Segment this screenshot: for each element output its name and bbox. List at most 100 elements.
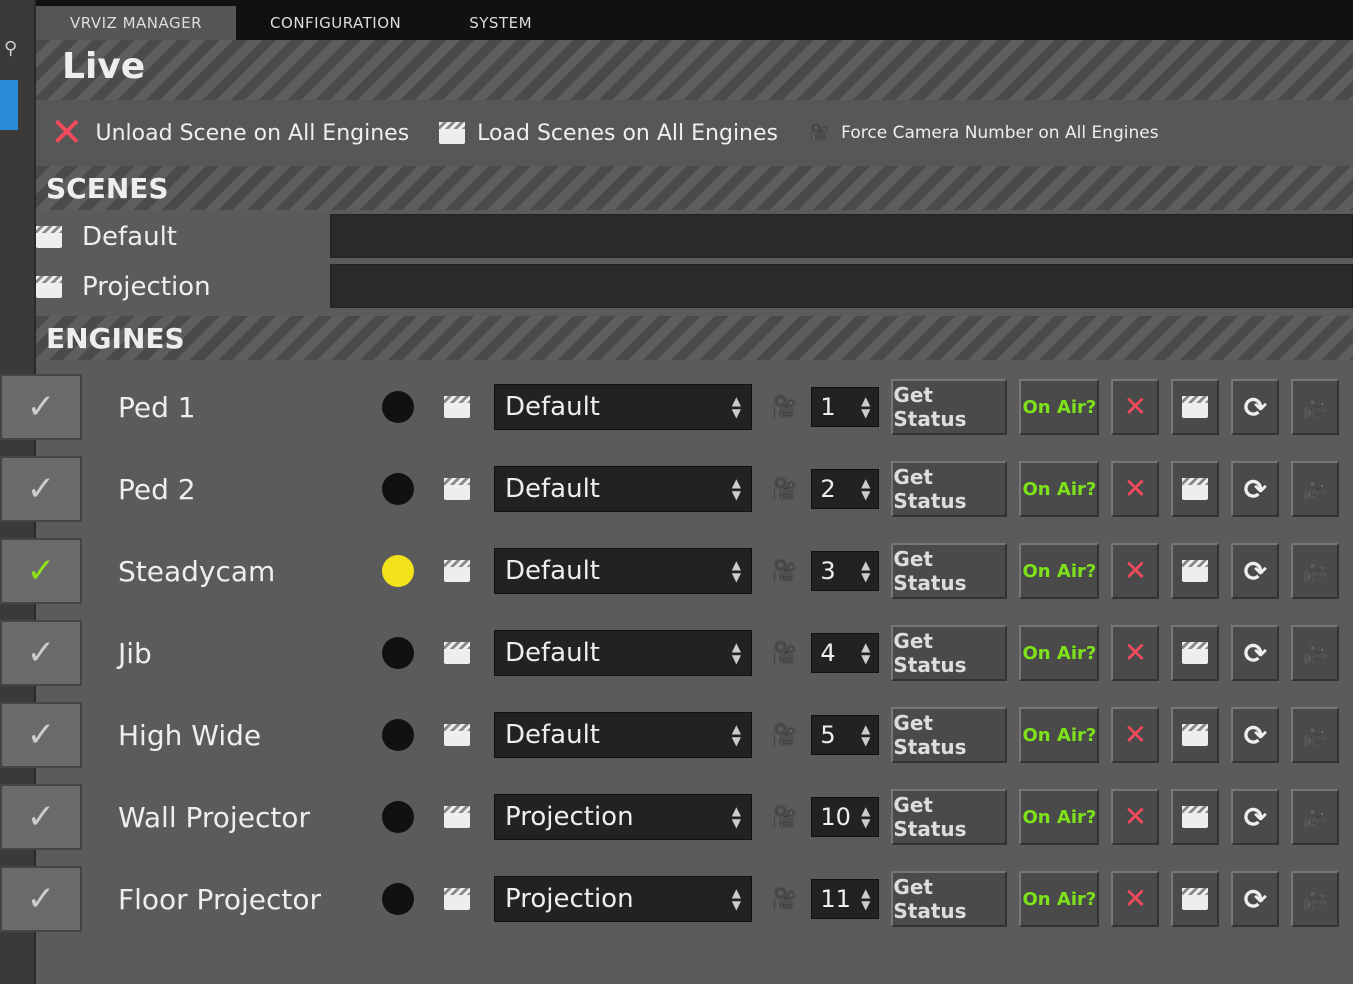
engines-header: ENGINES <box>36 316 1353 360</box>
engine-checkbox[interactable]: ✓ <box>0 702 82 768</box>
on-air-button[interactable]: On Air? <box>1019 871 1100 927</box>
engine-row: ✓ Floor Projector Projection ▲ ▼ 🎥 11 ▲ ▼ Ge… <box>0 862 1353 936</box>
camera-number: 5 <box>820 721 836 749</box>
scene-select[interactable]: Default ▲ ▼ <box>494 548 752 594</box>
camera-icon: 🎥 <box>770 640 798 666</box>
load-scene-button[interactable] <box>1171 379 1220 435</box>
scene-select[interactable]: Default ▲ ▼ <box>494 630 752 676</box>
unload-all-button[interactable]: ✕ Unload Scene on All Engines <box>50 113 409 153</box>
load-scene-button[interactable] <box>1171 789 1220 845</box>
clapperboard-icon <box>444 642 470 664</box>
refresh-button[interactable]: ⟳ <box>1231 379 1280 435</box>
engine-name: Jib <box>118 636 152 670</box>
camera-number-stepper[interactable]: 11 ▲ ▼ <box>811 879 880 919</box>
clapperboard-icon <box>444 396 470 418</box>
refresh-button[interactable]: ⟳ <box>1231 789 1280 845</box>
camera-icon: 🎥 <box>770 804 798 830</box>
global-actions: ✕ Unload Scene on All Engines Load Scenes… <box>36 100 1353 166</box>
refresh-button[interactable]: ⟳ <box>1231 461 1280 517</box>
scene-select[interactable]: Default ▲ ▼ <box>494 466 752 512</box>
camera-number: 11 <box>820 885 851 913</box>
load-scene-button[interactable] <box>1171 625 1220 681</box>
camera-number-stepper[interactable]: 1 ▲ ▼ <box>811 387 880 427</box>
sidebar-active-item[interactable] <box>0 80 18 130</box>
engine-name: Ped 1 <box>118 390 196 424</box>
load-scene-button[interactable] <box>1171 707 1220 763</box>
scene-select[interactable]: Projection ▲ ▼ <box>494 794 752 840</box>
camera-icon: 🎥 <box>1302 395 1328 419</box>
camera-icon: 🎥 <box>770 886 798 912</box>
force-camera-button[interactable]: 🎥 <box>1291 379 1340 435</box>
engine-checkbox[interactable]: ✓ <box>0 866 82 932</box>
get-status-button[interactable]: Get Status <box>891 379 1008 435</box>
get-status-button[interactable]: Get Status <box>891 789 1008 845</box>
get-status-button[interactable]: Get Status <box>891 871 1008 927</box>
load-scene-button[interactable] <box>1171 461 1220 517</box>
on-air-button[interactable]: On Air? <box>1019 379 1100 435</box>
camera-number-stepper[interactable]: 5 ▲ ▼ <box>811 715 880 755</box>
load-scene-button[interactable] <box>1171 543 1220 599</box>
force-camera-button[interactable]: 🎥 Force Camera Number on All Engines <box>808 123 1159 143</box>
get-status-button[interactable]: Get Status <box>891 461 1008 517</box>
load-scene-button[interactable] <box>1171 871 1220 927</box>
camera-number-stepper[interactable]: 3 ▲ ▼ <box>811 551 880 591</box>
get-status-button[interactable]: Get Status <box>891 707 1008 763</box>
scene-bar[interactable] <box>330 214 1353 258</box>
camera-number-stepper[interactable]: 2 ▲ ▼ <box>811 469 880 509</box>
force-camera-button[interactable]: 🎥 <box>1291 625 1340 681</box>
engine-checkbox[interactable]: ✓ <box>0 456 82 522</box>
camera-number-stepper[interactable]: 10 ▲ ▼ <box>811 797 880 837</box>
tab-system[interactable]: SYSTEM <box>435 6 566 40</box>
engine-name: Ped 2 <box>118 472 196 506</box>
on-air-button[interactable]: On Air? <box>1019 543 1100 599</box>
updown-icon: ▲ ▼ <box>861 804 871 830</box>
load-all-button[interactable]: Load Scenes on All Engines <box>439 121 778 146</box>
scene-name: Default <box>82 222 177 252</box>
unload-button[interactable]: ✕ <box>1111 789 1160 845</box>
search-icon[interactable]: ⚲ <box>4 38 17 59</box>
unload-label: Unload Scene on All Engines <box>95 120 410 146</box>
force-camera-button[interactable]: 🎥 <box>1291 543 1340 599</box>
clapperboard-icon <box>444 888 470 910</box>
engine-row: ✓ Ped 2 Default ▲ ▼ 🎥 2 ▲ ▼ Get Status On Ai… <box>0 452 1353 526</box>
scene-select[interactable]: Projection ▲ ▼ <box>494 876 752 922</box>
engine-checkbox[interactable]: ✓ <box>0 620 82 686</box>
on-air-button[interactable]: On Air? <box>1019 625 1100 681</box>
refresh-button[interactable]: ⟳ <box>1231 871 1280 927</box>
scene-bar[interactable] <box>330 264 1353 308</box>
get-status-button[interactable]: Get Status <box>891 625 1008 681</box>
refresh-button[interactable]: ⟳ <box>1231 543 1280 599</box>
unload-button[interactable]: ✕ <box>1111 625 1160 681</box>
unload-button[interactable]: ✕ <box>1111 707 1160 763</box>
engine-checkbox[interactable]: ✓ <box>0 784 82 850</box>
status-indicator <box>382 637 414 669</box>
force-camera-button[interactable]: 🎥 <box>1291 871 1340 927</box>
scene-item[interactable]: Projection <box>36 264 211 310</box>
engine-checkbox[interactable]: ✓ <box>0 538 82 604</box>
unload-button[interactable]: ✕ <box>1111 543 1160 599</box>
refresh-button[interactable]: ⟳ <box>1231 707 1280 763</box>
tab-vrviz-manager[interactable]: VRVIZ MANAGER <box>36 6 237 40</box>
camera-icon: 🎥 <box>1302 805 1328 829</box>
force-camera-button[interactable]: 🎥 <box>1291 707 1340 763</box>
camera-number-stepper[interactable]: 4 ▲ ▼ <box>811 633 880 673</box>
unload-button[interactable]: ✕ <box>1111 871 1160 927</box>
unload-button[interactable]: ✕ <box>1111 379 1160 435</box>
on-air-button[interactable]: On Air? <box>1019 461 1100 517</box>
engine-checkbox[interactable]: ✓ <box>0 374 82 440</box>
status-indicator <box>382 883 414 915</box>
get-status-button[interactable]: Get Status <box>891 543 1008 599</box>
tab-configuration[interactable]: CONFIGURATION <box>236 6 435 40</box>
force-camera-button[interactable]: 🎥 <box>1291 789 1340 845</box>
force-camera-button[interactable]: 🎥 <box>1291 461 1340 517</box>
on-air-button[interactable]: On Air? <box>1019 789 1100 845</box>
scene-select[interactable]: Default ▲ ▼ <box>494 712 752 758</box>
refresh-icon: ⟳ <box>1243 472 1268 506</box>
on-air-button[interactable]: On Air? <box>1019 707 1100 763</box>
close-icon: ✕ <box>1123 390 1148 423</box>
scene-select[interactable]: Default ▲ ▼ <box>494 384 752 430</box>
camera-icon: 🎥 <box>1302 723 1328 747</box>
refresh-button[interactable]: ⟳ <box>1231 625 1280 681</box>
unload-button[interactable]: ✕ <box>1111 461 1160 517</box>
scene-item[interactable]: Default <box>36 214 177 260</box>
